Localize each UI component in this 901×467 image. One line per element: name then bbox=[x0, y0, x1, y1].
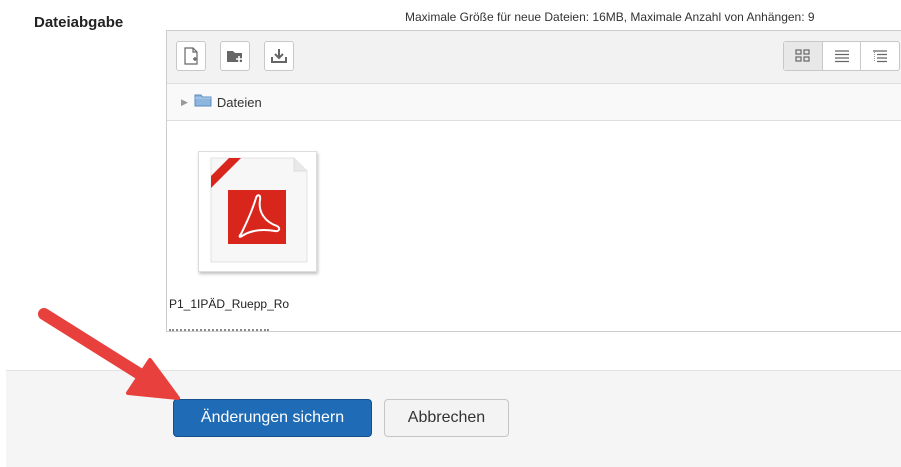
upload-limits-text: Maximale Größe für neue Dateien: 16MB, M… bbox=[405, 10, 815, 24]
folder-path-bar: ▶ Dateien bbox=[167, 84, 901, 121]
view-switcher bbox=[783, 41, 900, 71]
field-label: Dateiabgabe bbox=[34, 14, 124, 31]
expand-caret-icon[interactable]: ▶ bbox=[181, 97, 188, 108]
file-manager: ▶ Dateien P1_1IPÄD_Ruepp_Ro bbox=[166, 30, 901, 332]
folder-icon bbox=[194, 94, 212, 110]
icon-view-icon bbox=[795, 49, 810, 62]
file-area: P1_1IPÄD_Ruepp_Ro bbox=[167, 121, 901, 331]
tree-view-icon bbox=[873, 50, 888, 63]
file-name-overflow bbox=[169, 320, 269, 331]
file-manager-toolbar bbox=[167, 31, 901, 84]
cancel-button[interactable]: Abbrechen bbox=[384, 399, 509, 437]
download-button[interactable] bbox=[264, 41, 294, 71]
form-footer: Änderungen sichern Abbrechen bbox=[6, 370, 901, 467]
download-icon bbox=[271, 49, 287, 63]
file-thumbnail[interactable] bbox=[198, 151, 317, 272]
pdf-icon bbox=[210, 157, 308, 263]
create-folder-button[interactable] bbox=[220, 41, 250, 71]
save-changes-button[interactable]: Änderungen sichern bbox=[173, 399, 372, 437]
list-view-icon bbox=[834, 50, 849, 63]
list-view-button[interactable] bbox=[823, 42, 862, 70]
tree-view-button[interactable] bbox=[861, 42, 899, 70]
folder-name[interactable]: Dateien bbox=[217, 95, 262, 110]
icon-view-button[interactable] bbox=[784, 42, 823, 70]
add-file-icon bbox=[184, 47, 198, 65]
create-folder-icon bbox=[227, 51, 242, 62]
add-file-button[interactable] bbox=[176, 41, 206, 71]
file-name[interactable]: P1_1IPÄD_Ruepp_Ro bbox=[169, 297, 289, 311]
